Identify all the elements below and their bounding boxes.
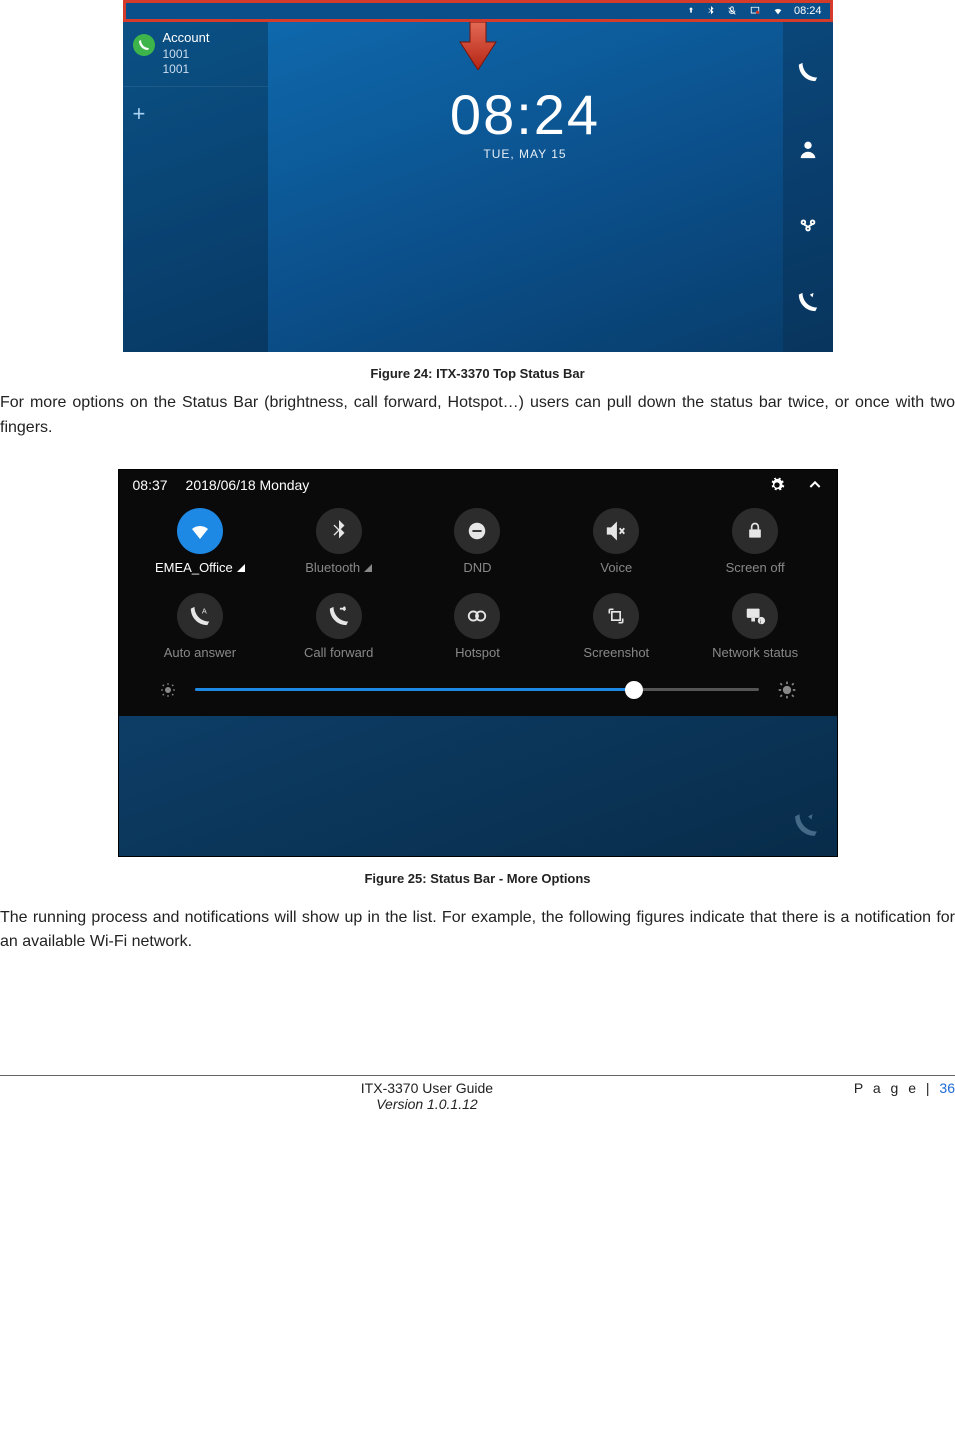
conference-icon[interactable]: [797, 214, 819, 236]
qs-screenshot-tile[interactable]: Screenshot: [547, 589, 686, 668]
red-arrow-icon: [458, 22, 498, 70]
figure-24-caption: Figure 24: ITX-3370 Top Status Bar: [0, 366, 955, 381]
qs-screenoff-label: Screen off: [726, 560, 785, 575]
qs-hotspot-tile[interactable]: Hotspot: [408, 589, 547, 668]
dnd-icon: [466, 520, 488, 542]
contact-icon[interactable]: [797, 138, 819, 160]
paragraph-2: The running process and notifications wi…: [0, 906, 955, 956]
qs-header: 08:37 2018/06/18 Monday: [119, 470, 837, 500]
lock-icon: [745, 521, 765, 541]
brightness-low-icon: [159, 681, 177, 699]
figure-24: 08:24 Account 1001 1001: [123, 0, 833, 352]
bluetooth-icon: [328, 520, 350, 542]
qs-network-label: Network status: [712, 645, 798, 660]
phone-status-icon: [133, 34, 155, 56]
add-account-button[interactable]: +: [123, 87, 268, 141]
qs-bluetooth-label: Bluetooth: [305, 560, 360, 575]
qs-voice-label: Voice: [600, 560, 632, 575]
figure-25-caption: Figure 25: Status Bar - More Options: [0, 871, 955, 886]
transfer-icon[interactable]: [797, 291, 819, 313]
footer-page-label: P a g e |: [854, 1080, 940, 1096]
right-action-bar: [783, 22, 833, 352]
screenshot-icon: [606, 606, 626, 626]
qs-callforward-label: Call forward: [304, 645, 373, 660]
qs-screenoff-tile[interactable]: Screen off: [686, 504, 825, 583]
account-num2: 1001: [163, 62, 210, 78]
dropdown-icon: [237, 564, 245, 572]
bluetooth-icon: [706, 6, 716, 16]
qs-wifi-tile[interactable]: EMEA_Office: [131, 504, 270, 583]
home-clock: 08:24 TUE, MAY 15: [450, 82, 600, 161]
status-bar: 08:24: [123, 0, 833, 22]
transfer-icon: [793, 812, 819, 838]
account-item[interactable]: Account 1001 1001: [123, 22, 268, 87]
hotspot-icon: [466, 605, 488, 627]
qs-date: 2018/06/18 Monday: [186, 477, 310, 493]
qs-wifi-label: EMEA_Office: [155, 560, 233, 575]
wifi-icon: [772, 6, 784, 16]
upload-icon: [686, 6, 696, 16]
qs-dnd-label: DND: [463, 560, 491, 575]
qs-voice-tile[interactable]: Voice: [547, 504, 686, 583]
brightness-high-icon: [777, 680, 797, 700]
svg-text:i: i: [760, 619, 761, 625]
account-sidebar: Account 1001 1001 +: [123, 22, 268, 352]
account-num1: 1001: [163, 47, 210, 63]
dropdown-icon: [364, 564, 372, 572]
wifi-icon: [188, 519, 212, 543]
footer-title: ITX-3370 User Guide: [0, 1080, 854, 1096]
qs-hotspot-label: Hotspot: [455, 645, 500, 660]
voice-mute-icon: [605, 520, 627, 542]
qs-background: [119, 716, 837, 856]
qs-screenshot-label: Screenshot: [583, 645, 649, 660]
hotspot-off-icon: [748, 6, 762, 16]
qs-dnd-tile[interactable]: DND: [408, 504, 547, 583]
brightness-slider[interactable]: [119, 668, 837, 716]
brightness-thumb[interactable]: [625, 681, 643, 699]
qs-autoanswer-tile[interactable]: A Auto answer: [131, 589, 270, 668]
figure-25: 08:37 2018/06/18 Monday EMEA_Office: [118, 469, 838, 857]
voice-off-icon: [726, 6, 738, 16]
brightness-track[interactable]: [195, 688, 759, 691]
page-footer: ITX-3370 User Guide Version 1.0.1.12 P a…: [0, 1080, 955, 1112]
account-label: Account: [163, 30, 210, 47]
auto-answer-icon: A: [189, 605, 211, 627]
collapse-icon[interactable]: [807, 477, 823, 493]
qs-network-tile[interactable]: i Network status: [686, 589, 825, 668]
settings-icon[interactable]: [769, 477, 785, 493]
qs-time: 08:37: [133, 477, 168, 493]
qs-bluetooth-tile[interactable]: Bluetooth: [269, 504, 408, 583]
phone-icon[interactable]: [797, 61, 819, 83]
network-status-icon: i: [744, 605, 766, 627]
footer-version: Version 1.0.1.12: [0, 1096, 854, 1112]
paragraph-1: For more options on the Status Bar (brig…: [0, 391, 955, 441]
svg-text:A: A: [202, 606, 207, 615]
clock-date: TUE, MAY 15: [450, 147, 600, 161]
qs-autoanswer-label: Auto answer: [164, 645, 236, 660]
footer-rule: [0, 1075, 955, 1076]
qs-callforward-tile[interactable]: Call forward: [269, 589, 408, 668]
call-forward-icon: [328, 605, 350, 627]
footer-page-num: 36: [939, 1080, 955, 1096]
status-bar-time: 08:24: [794, 5, 822, 17]
clock-time: 08:24: [450, 82, 600, 147]
